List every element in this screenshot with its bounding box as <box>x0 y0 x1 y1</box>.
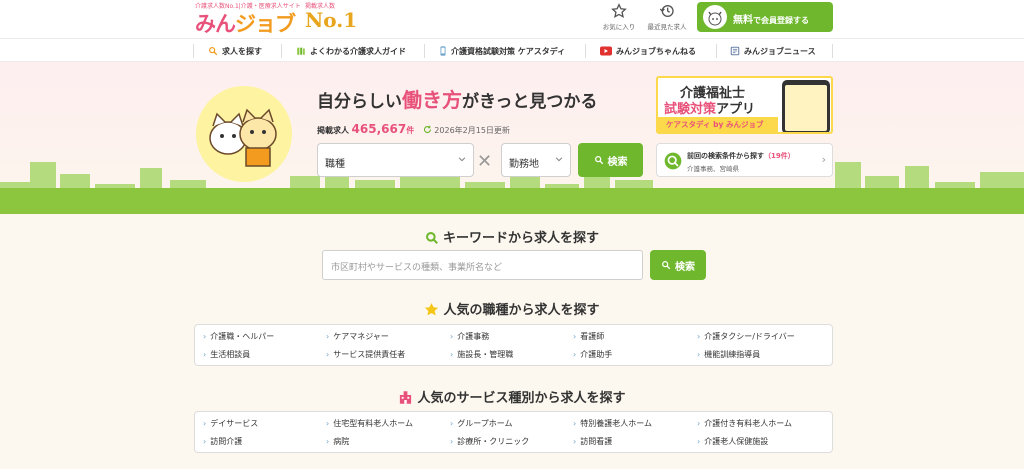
nav-divider <box>585 44 586 58</box>
nav-divider <box>193 44 194 58</box>
cat-mascot-icon <box>703 5 727 29</box>
search-icon <box>594 156 603 165</box>
nav-label: 求人を探す <box>222 46 262 56</box>
nav-label: みんジョブニュース <box>744 46 816 56</box>
app-ad-line2: 試験対策アプリ <box>664 102 756 117</box>
nav-item-channel[interactable]: みんジョブちゃんねる <box>600 43 696 59</box>
nav-item-care-study[interactable]: 介護資格試験対策 ケアスタディ <box>439 43 565 59</box>
no1-badge: 掲載求人数 No.1 <box>305 0 365 36</box>
chevron-right-icon: › <box>821 153 826 166</box>
service-link[interactable]: › 診療所・クリニック <box>450 436 529 447</box>
phone-icon <box>440 46 446 56</box>
popular-services-box: › デイサービス › 住宅型有料老人ホーム › グループホーム › 特別養護老人ホーム … <box>194 411 833 453</box>
job-count: 掲載求人 465,667件 2026年2月15日更新 <box>317 122 510 136</box>
popular-services-title: 人気のサービス種別から求人を探す <box>0 387 1024 406</box>
job-link[interactable]: › サービス提供責任者 <box>326 349 405 360</box>
logo-wordmark: みんジョブ <box>195 12 296 36</box>
nav-divider <box>424 44 425 58</box>
job-count-unit: 件 <box>406 126 415 135</box>
hero-title: 自分らしい働き方がきっと見つかる <box>317 88 598 112</box>
nav-item-guide[interactable]: よくわかる介護求人ガイド <box>296 43 406 59</box>
nav-divider <box>832 44 833 58</box>
chevron-down-icon <box>458 157 466 162</box>
service-link[interactable]: › グループホーム <box>450 418 512 429</box>
recent-search-title: 前回の検索条件から探す（19件） <box>687 152 795 160</box>
job-link[interactable]: › 介護タクシー/ドライバー <box>697 331 795 342</box>
history-icon <box>659 5 674 17</box>
updated-date: 2026年2月15日更新 <box>423 125 510 135</box>
nav-divider <box>281 44 282 58</box>
keyword-section-title: キーワードから求人を探す <box>0 227 1024 246</box>
nav-label: よくわかる介護求人ガイド <box>310 46 406 56</box>
job-link[interactable]: › 施設長・管理職 <box>450 349 513 360</box>
job-link[interactable]: › 生活相談員 <box>203 349 250 360</box>
books-icon <box>297 47 305 55</box>
search-history-icon <box>664 152 682 170</box>
service-link[interactable]: › 特別養護老人ホーム <box>573 418 652 429</box>
favorites-link[interactable]: お気に入り <box>594 3 644 35</box>
popular-jobs-title: 人気の職種から求人を探す <box>0 299 1024 318</box>
keyword-placeholder: 市区町村やサービスの種類、事業所名など <box>331 263 503 273</box>
ground-strip <box>0 188 1024 214</box>
nav-item-news[interactable]: みんジョブニュース <box>730 43 816 59</box>
recent-jobs-link[interactable]: 最近見た求人 <box>642 3 692 35</box>
job-count-value: 465,667 <box>351 122 407 136</box>
search-icon <box>662 261 671 270</box>
nav-label: 介護資格試験対策 ケアスタディ <box>451 46 566 56</box>
job-link[interactable]: › ケアマネジャー <box>326 331 389 342</box>
nav-divider <box>716 44 717 58</box>
location-select-value: 勤務地 <box>509 159 539 170</box>
search-icon <box>209 47 218 56</box>
keyword-search-label: 検索 <box>675 261 695 273</box>
building-icon <box>400 391 412 404</box>
keyword-search-button[interactable]: 検索 <box>650 250 706 280</box>
service-link[interactable]: › 住宅型有料老人ホーム <box>326 418 413 429</box>
occupation-select-value: 職種 <box>325 159 345 170</box>
star-icon <box>611 3 627 18</box>
nav-label: みんジョブちゃんねる <box>616 46 696 56</box>
register-free-label: 無料 <box>733 15 753 26</box>
nav-item-job-search[interactable]: 求人を探す <box>208 43 262 59</box>
hero-search-button[interactable]: 検索 <box>578 143 643 177</box>
keyword-input[interactable]: 市区町村やサービスの種類、事業所名など <box>322 250 643 280</box>
recent-jobs-label: 最近見た求人 <box>647 23 687 31</box>
job-link[interactable]: › 介護事務 <box>450 331 489 342</box>
service-link[interactable]: › 病院 <box>326 436 349 447</box>
service-link[interactable]: › 介護老人保健施設 <box>697 436 768 447</box>
phone-illustration <box>782 80 830 132</box>
register-button[interactable]: 無料で会員登録する <box>697 2 833 32</box>
job-link[interactable]: › 介護助手 <box>573 349 612 360</box>
site-header: 介護求人数No.1|介護・医療求人サイト みんジョブ 掲載求人数 No.1 お気… <box>0 0 1024 38</box>
refresh-icon <box>423 125 431 134</box>
news-icon <box>730 46 740 56</box>
popular-jobs-box: › 介護職・ヘルパー › ケアマネジャー › 介護事務 › 看護師 › 介護タクシー/ドラ… <box>194 324 833 366</box>
register-label: で会員登録する <box>753 16 809 25</box>
no1-text: No.1 <box>305 8 358 32</box>
app-ad-brand: ケアスタディ by みんジョブ <box>658 117 778 132</box>
hero-search-label: 検索 <box>607 156 628 168</box>
service-link[interactable]: › 介護付き有料老人ホーム <box>697 418 792 429</box>
job-link[interactable]: › 機能訓練指導員 <box>697 349 760 360</box>
job-link[interactable]: › 介護職・ヘルパー <box>203 331 274 342</box>
cat-mascots-illustration <box>196 86 292 182</box>
favorites-label: お気に入り <box>602 23 636 31</box>
cross-icon: ✕ <box>477 151 493 172</box>
video-icon <box>600 46 612 56</box>
recent-search-criteria: 介護事務、宮崎県 <box>687 165 739 173</box>
hero-banner: 自分らしい働き方がきっと見つかる 掲載求人 465,667件 2026年2月15… <box>0 62 1024 214</box>
job-link[interactable]: › 看護師 <box>573 331 604 342</box>
main-nav: 求人を探す よくわかる介護求人ガイド 介護資格試験対策 ケアスタディ みんジョブ… <box>0 38 1024 62</box>
service-link[interactable]: › 訪問介護 <box>203 436 242 447</box>
occupation-select[interactable]: 職種 <box>317 143 474 177</box>
location-select[interactable]: 勤務地 <box>501 143 571 177</box>
chevron-down-icon <box>555 157 563 162</box>
service-link[interactable]: › デイサービス <box>203 418 258 429</box>
search-icon <box>426 232 438 244</box>
service-link[interactable]: › 訪問看護 <box>573 436 612 447</box>
care-study-app-banner[interactable]: 介護福祉士 試験対策アプリ ケアスタディ by みんジョブ <box>656 76 833 134</box>
job-count-label: 掲載求人 <box>317 126 349 135</box>
star-icon <box>425 302 439 316</box>
recent-search-button[interactable]: 前回の検索条件から探す（19件） 介護事務、宮崎県 › <box>656 143 833 177</box>
